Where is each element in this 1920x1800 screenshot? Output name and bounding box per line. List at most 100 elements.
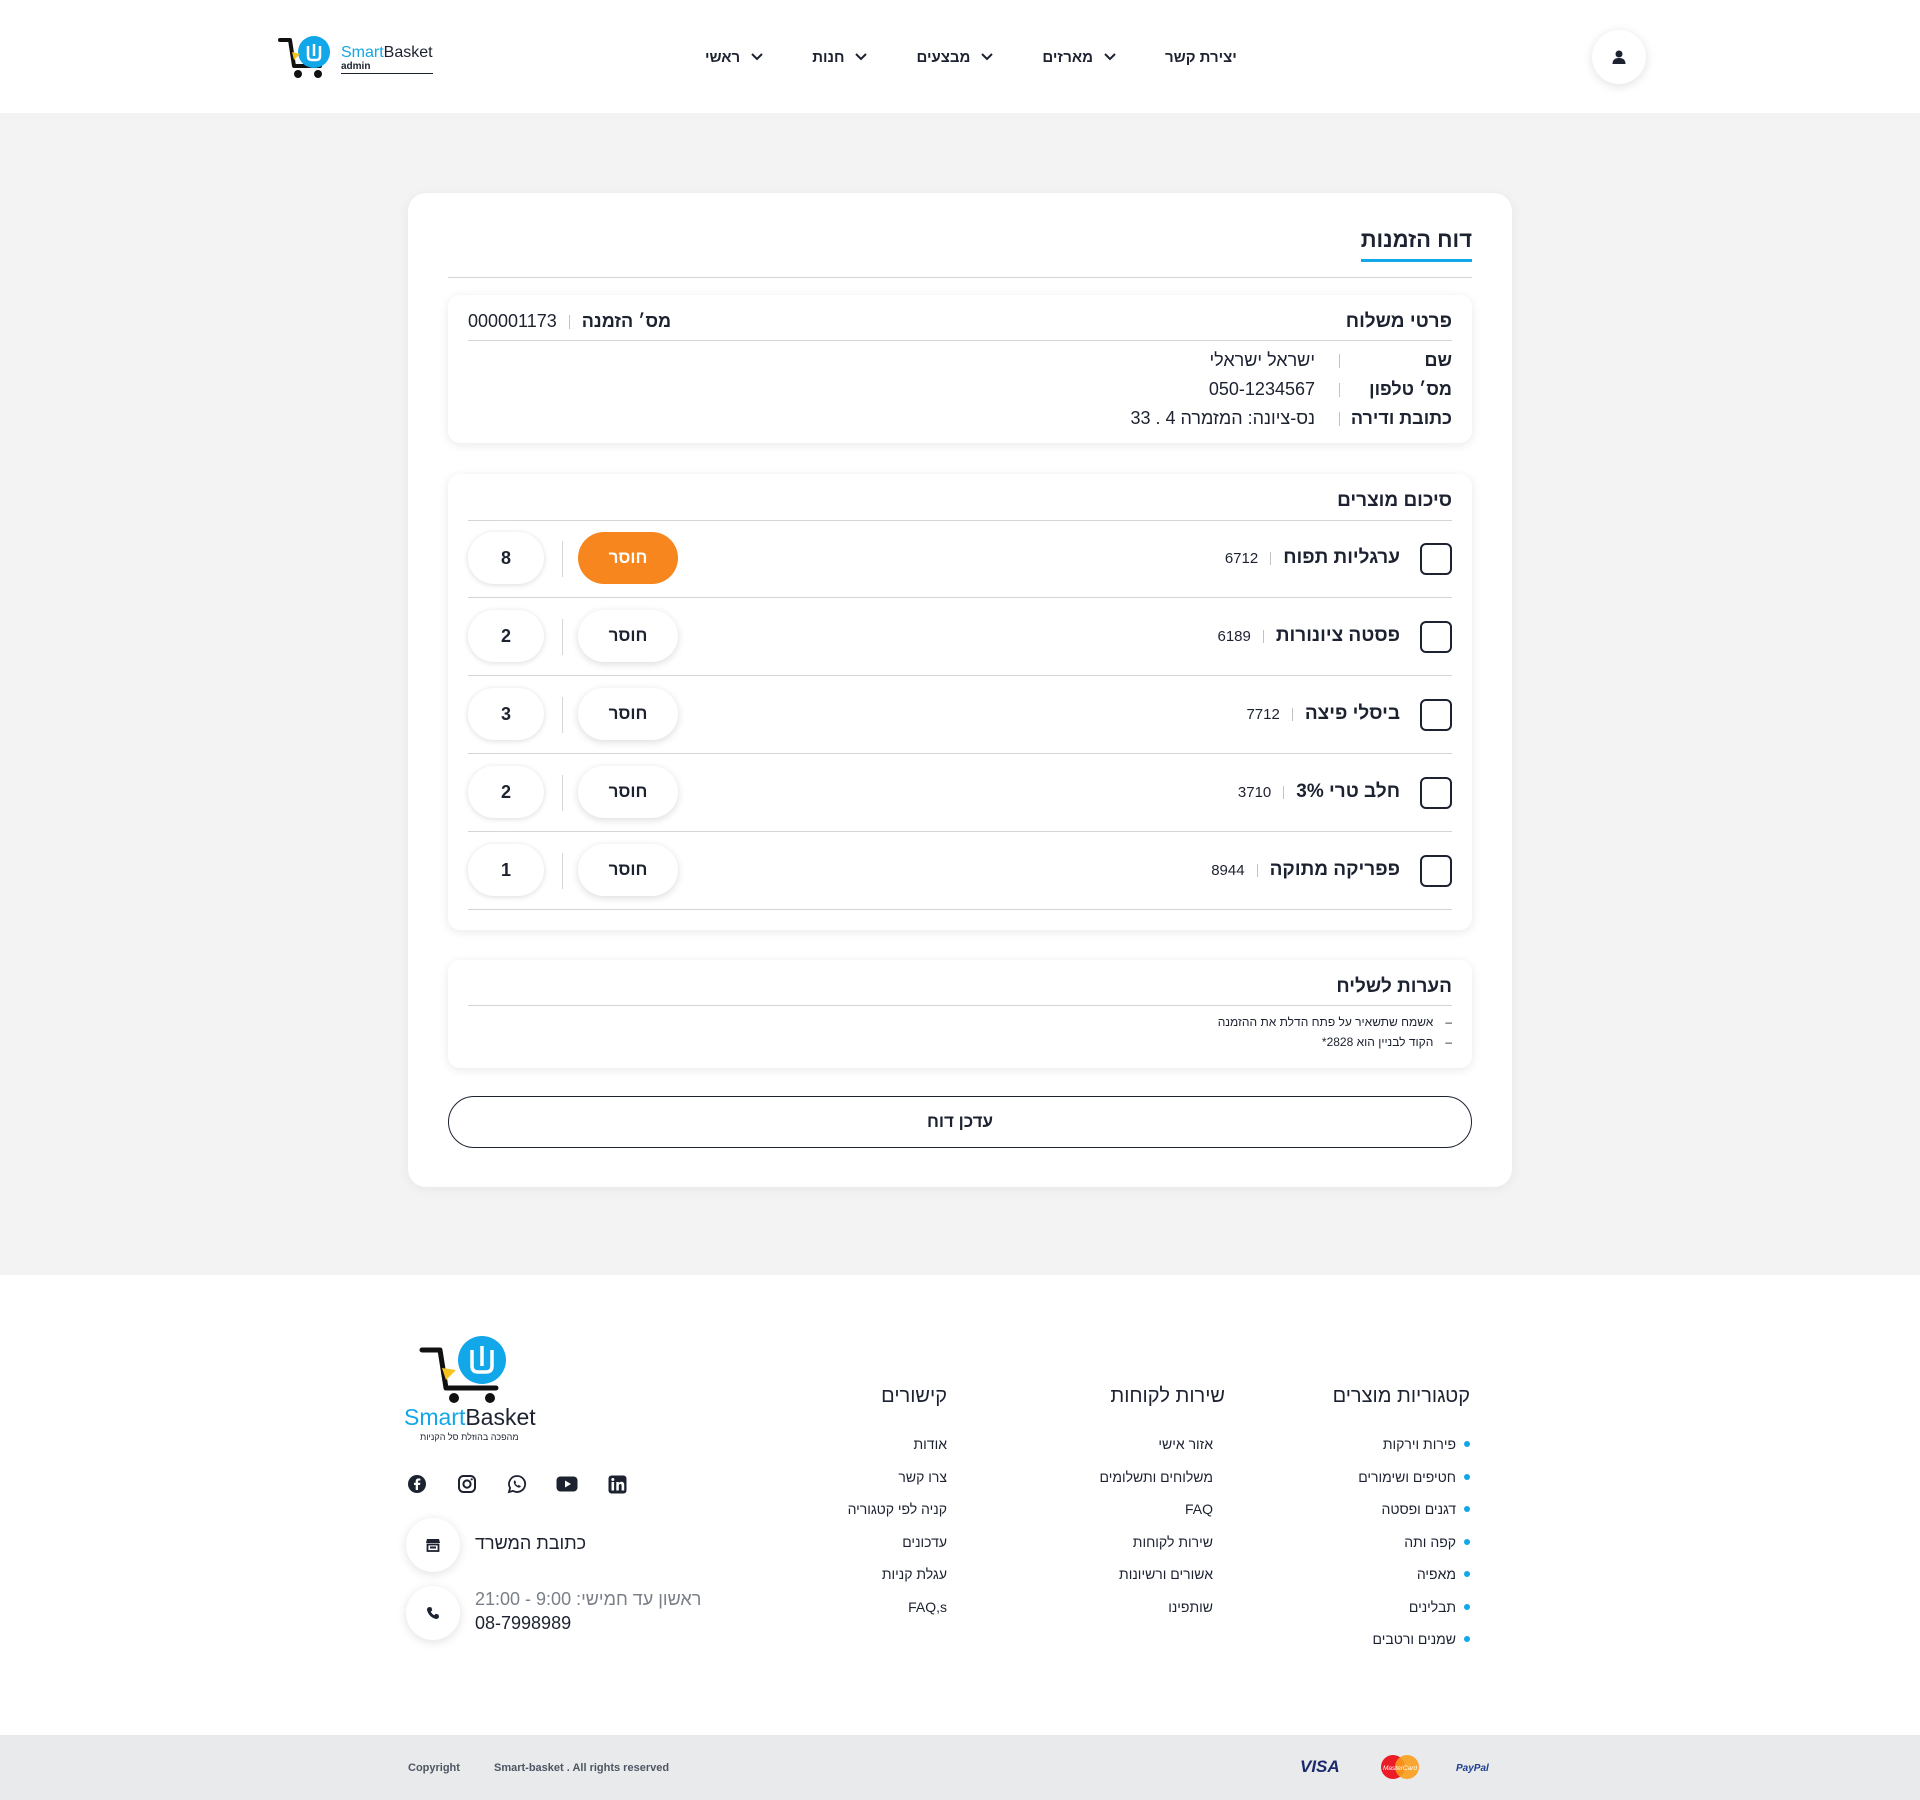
- svg-text:PayPal: PayPal: [1456, 1763, 1489, 1774]
- missing-button[interactable]: חוסר: [578, 688, 678, 740]
- copyright-label: Copyright: [408, 1762, 460, 1774]
- product-name: חלב טרי 3% 3710: [1238, 781, 1400, 803]
- footer-link[interactable]: FAQ,s: [747, 1591, 947, 1624]
- info-row-phone: מס׳ טלפון 050-1234567: [1209, 379, 1452, 400]
- product-checkbox[interactable]: [1420, 621, 1452, 653]
- footer-link[interactable]: משלוחים ותשלומים: [1013, 1461, 1213, 1494]
- product-name: פסטה ציונורות 6189: [1218, 625, 1401, 647]
- footer-link[interactable]: אודות: [747, 1428, 948, 1461]
- footer-link[interactable]: אשורים ורשיונות: [1013, 1558, 1213, 1591]
- delivery-details-panel: פרטי משלוח 000001173 מס׳ הזמנה שם ישראל …: [448, 295, 1472, 443]
- dash: –: [1445, 1035, 1452, 1049]
- nav-label: מארזים: [1042, 48, 1093, 66]
- footer-col-title: קטגוריות מוצרים: [1332, 1385, 1470, 1407]
- quantity-field[interactable]: 1: [468, 844, 544, 896]
- user-icon: [1612, 50, 1626, 64]
- footer-link[interactable]: קפה ותה: [1230, 1526, 1470, 1559]
- footer-link[interactable]: אזור אישי: [1013, 1428, 1213, 1461]
- chevron-down-icon: [981, 53, 994, 61]
- product-checkbox[interactable]: [1420, 777, 1452, 809]
- note-item: – אשמח שתשאיר על פתח הדלת את ההזמנה: [1218, 1015, 1452, 1029]
- footer-link[interactable]: עדכונים: [747, 1526, 947, 1559]
- footer-link[interactable]: שירות לקוחות: [1013, 1526, 1213, 1559]
- product-name: ערגליות תפוח 6712: [1225, 547, 1400, 569]
- site-logo[interactable]: SmartBasket admin: [278, 30, 438, 84]
- site-header: SmartBasket admin ראשי חנות מבצעים מארזי…: [0, 0, 1920, 113]
- quantity-field[interactable]: 3: [468, 688, 544, 740]
- footer-link[interactable]: צרו קשר: [747, 1461, 947, 1494]
- footer-link[interactable]: קניה לפי קטגוריה: [747, 1493, 947, 1526]
- footer-logo-text: SmartBasket: [404, 1404, 536, 1430]
- product-checkbox[interactable]: [1420, 855, 1452, 887]
- bullet: [1464, 1441, 1470, 1448]
- order-number-value: 000001173: [468, 311, 557, 331]
- missing-button[interactable]: חוסר: [578, 766, 678, 818]
- product-checkbox[interactable]: [1420, 543, 1452, 575]
- page-title: דוח הזמנות: [1360, 227, 1472, 262]
- divider: [568, 314, 570, 329]
- product-name: ביסלי פיצה 7712: [1246, 703, 1400, 725]
- logo-text: SmartBasket: [341, 44, 433, 61]
- info-label: מס׳ טלפון: [1369, 379, 1452, 399]
- nav-label: יצירת קשר: [1164, 48, 1237, 66]
- footer-link[interactable]: עגלת קניות: [747, 1558, 947, 1591]
- whatsapp-icon[interactable]: [506, 1473, 528, 1495]
- product-code: 7712: [1246, 705, 1280, 723]
- bullet: [1464, 1473, 1470, 1480]
- nav-item-contact[interactable]: יצירת קשר: [1165, 44, 1237, 70]
- copyright-text: Smart-basket . All rights reserved: [494, 1762, 670, 1774]
- order-number: 000001173 מס׳ הזמנה: [468, 311, 671, 332]
- update-report-button[interactable]: עדכן דוח: [448, 1096, 1472, 1148]
- divider: [1256, 863, 1258, 877]
- info-label: כתובת ודירה: [1350, 408, 1452, 428]
- divider: [1283, 785, 1285, 799]
- missing-button[interactable]: חוסר: [578, 532, 678, 584]
- products-heading: סיכום מוצרים: [1337, 490, 1452, 511]
- youtube-icon[interactable]: [556, 1473, 578, 1495]
- chevron-down-icon: [1104, 53, 1116, 61]
- cart-logo-icon: [419, 1336, 506, 1403]
- divider: [1291, 707, 1293, 721]
- footer-col-title: שירות לקוחות: [1110, 1385, 1225, 1407]
- nav-item-packages[interactable]: מארזים: [1042, 44, 1117, 70]
- notes-heading: הערות לשליח: [1336, 976, 1452, 997]
- logo-subtitle: admin: [341, 61, 433, 74]
- missing-button[interactable]: חוסר: [578, 610, 678, 662]
- footer-link[interactable]: שמנים ורטבים: [1230, 1623, 1470, 1656]
- footer-link[interactable]: תבלינים: [1230, 1591, 1470, 1624]
- nav-item-shop[interactable]: חנות: [812, 44, 868, 70]
- divider: [1270, 551, 1272, 565]
- footer-col-title: קישורים: [881, 1385, 947, 1407]
- quantity-field[interactable]: 2: [468, 766, 544, 818]
- main-nav: ראשי חנות מבצעים מארזים יצירת קשר: [705, 44, 1237, 70]
- office-phone[interactable]: 08-7998989: [475, 1613, 571, 1634]
- missing-button[interactable]: חוסר: [578, 844, 678, 896]
- product-code: 3710: [1237, 783, 1272, 801]
- quantity-field[interactable]: 8: [468, 532, 544, 584]
- footer-link[interactable]: מאפיה: [1230, 1558, 1470, 1591]
- divider: [562, 697, 563, 733]
- footer-link[interactable]: חטיפים ושימורים: [1230, 1461, 1470, 1494]
- footer-logo[interactable]: SmartBasket מהפכה בהוזלת סל הקניות: [402, 1330, 552, 1450]
- nav-item-sales[interactable]: מבצעים: [916, 44, 994, 70]
- product-row: ערגליות תפוח 6712 חוסר 8: [468, 520, 1452, 598]
- quantity-field[interactable]: 2: [468, 610, 544, 662]
- footer-link[interactable]: FAQ: [1013, 1493, 1213, 1526]
- divider: [562, 853, 563, 889]
- note-text: אשמח שתשאיר על פתח הדלת את ההזמנה: [1217, 1015, 1434, 1029]
- instagram-icon[interactable]: [456, 1473, 478, 1495]
- product-code: 8944: [1211, 861, 1245, 879]
- nav-label: חנות: [812, 48, 845, 66]
- footer-link[interactable]: שותפינו: [1013, 1591, 1213, 1624]
- dash: –: [1445, 1015, 1452, 1029]
- footer-link[interactable]: דגנים ופסטה: [1230, 1493, 1470, 1526]
- product-row: ביסלי פיצה 7712 חוסר 3: [468, 676, 1452, 754]
- linkedin-icon[interactable]: [606, 1473, 628, 1495]
- user-account-button[interactable]: [1592, 30, 1646, 84]
- facebook-icon[interactable]: [406, 1473, 428, 1495]
- footer-link[interactable]: פירות וירקות: [1230, 1428, 1470, 1461]
- nav-item-home[interactable]: ראשי: [705, 44, 764, 70]
- product-checkbox[interactable]: [1420, 699, 1452, 731]
- copyright-bar: Copyright Smart-basket . All rights rese…: [0, 1735, 1920, 1800]
- info-row-name: שם ישראל ישראלי: [1210, 350, 1453, 371]
